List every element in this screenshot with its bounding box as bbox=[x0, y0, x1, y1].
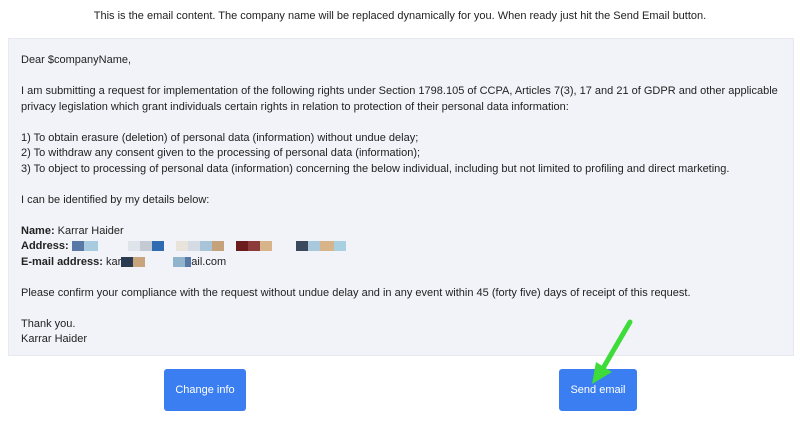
green-arrow-icon bbox=[592, 319, 633, 384]
email-right-2: 2) To withdraw any consent given to the … bbox=[21, 147, 421, 159]
email-identify: I can be identified by my details below: bbox=[21, 193, 210, 206]
email-greeting: Dear $companyName, bbox=[21, 54, 132, 66]
address-line: Address: bbox=[21, 239, 781, 255]
redacted-address bbox=[71, 241, 346, 252]
change-info-button[interactable]: Change info bbox=[164, 369, 246, 411]
email-confirm: Please confirm your compliance with the … bbox=[21, 286, 691, 299]
address-label: Address: bbox=[21, 240, 69, 252]
name-label: Name: bbox=[21, 224, 55, 237]
email-address-label: E-mail address: bbox=[21, 255, 103, 268]
intro-text: This is the email content. The company n… bbox=[93, 10, 707, 22]
email-right-1: 1) To obtain erasure (deletion) of perso… bbox=[21, 131, 419, 144]
redacted-email bbox=[121, 256, 192, 267]
email-thanks: Thank you. bbox=[21, 317, 76, 330]
email-address-prefix: kar bbox=[102, 255, 122, 268]
name-line: Name: Karrar Haider bbox=[21, 224, 781, 240]
email-address-line: E-mail address: kar ail.com bbox=[21, 255, 781, 271]
email-right-3: 3) To object to processing of personal d… bbox=[21, 162, 730, 175]
email-paragraph: I am submitting a request for implementa… bbox=[21, 85, 778, 113]
email-signature: Karrar Haider bbox=[21, 333, 88, 345]
name-value: Karrar Haider bbox=[54, 224, 124, 237]
email-preview: Dear $companyName, I am submitting a req… bbox=[8, 38, 794, 356]
email-address-suffix: ail.com bbox=[191, 255, 227, 268]
